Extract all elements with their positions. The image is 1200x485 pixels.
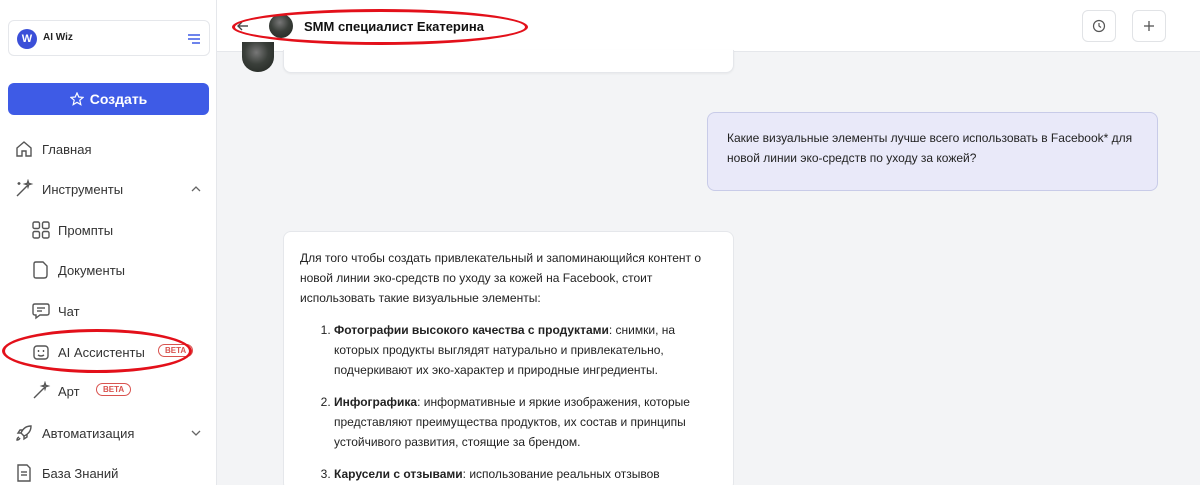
sidebar: W AI Wiz Создать Главная Инструменты Про… bbox=[0, 0, 217, 485]
beta-badge: BETA bbox=[96, 383, 132, 396]
list-item: Фотографии высокого качества с продуктам… bbox=[334, 320, 717, 380]
create-label: Создать bbox=[89, 91, 148, 107]
sidebar-item-ai-assistants[interactable]: AI Ассистенты BETA bbox=[0, 334, 216, 370]
list-item-title: Карусели с отзывами bbox=[334, 467, 463, 481]
chevron-up-icon bbox=[191, 186, 201, 192]
plus-icon bbox=[1144, 21, 1154, 31]
back-arrow-icon[interactable] bbox=[237, 20, 249, 32]
list-item-title: Инфографика bbox=[334, 395, 418, 409]
sidebar-item-chat[interactable]: Чат bbox=[0, 293, 216, 329]
create-button[interactable]: Создать bbox=[8, 83, 209, 115]
rocket-icon bbox=[16, 425, 32, 441]
list-item: Карусели с отзывами: использование реаль… bbox=[334, 464, 717, 484]
sidebar-item-label: AI Ассистенты bbox=[58, 344, 145, 360]
brand-name: AI Wiz bbox=[43, 32, 73, 43]
sidebar-item-art[interactable]: Арт BETA bbox=[0, 373, 216, 409]
sidebar-item-label: База Знаний bbox=[42, 465, 119, 481]
chat-header: SMM специалист Екатерина bbox=[217, 0, 1200, 52]
page-title: SMM специалист Екатерина bbox=[304, 19, 484, 34]
sidebar-item-automation[interactable]: Автоматизация bbox=[0, 415, 216, 451]
assistant-list: Фотографии высокого качества с продуктам… bbox=[334, 320, 717, 484]
sidebar-item-knowledge-base[interactable]: База Знаний bbox=[0, 455, 216, 485]
assistant-message: Для того чтобы создать привлекательный и… bbox=[283, 231, 734, 485]
previous-message-bubble bbox=[283, 50, 734, 73]
clock-icon bbox=[1092, 19, 1106, 33]
user-message: Какие визуальные элементы лучше всего ис… bbox=[707, 112, 1158, 191]
sidebar-item-label: Арт bbox=[58, 383, 80, 399]
list-item: Инфографика: информативные и яркие изобр… bbox=[334, 392, 717, 452]
sidebar-item-documents[interactable]: Документы bbox=[0, 252, 216, 288]
assistant-intro: Для того чтобы создать привлекательный и… bbox=[300, 251, 701, 305]
history-button[interactable] bbox=[1082, 10, 1116, 42]
new-chat-button[interactable] bbox=[1132, 10, 1166, 42]
avatar bbox=[269, 14, 293, 38]
grid-icon bbox=[32, 221, 50, 239]
sidebar-item-label: Чат bbox=[58, 303, 80, 319]
brand-block[interactable]: W AI Wiz bbox=[8, 20, 210, 56]
document-icon bbox=[17, 464, 31, 482]
home-icon bbox=[16, 141, 32, 157]
document-icon bbox=[33, 261, 48, 279]
magic-wand-icon bbox=[33, 381, 51, 399]
user-message-text: Какие визуальные элементы лучше всего ис… bbox=[727, 131, 1133, 165]
sidebar-item-label: Инструменты bbox=[42, 181, 124, 197]
robot-icon bbox=[33, 345, 49, 360]
menu-icon[interactable] bbox=[187, 32, 201, 46]
assistant-avatar bbox=[242, 42, 274, 72]
beta-badge: BETA bbox=[158, 344, 194, 357]
chevron-down-icon bbox=[191, 430, 201, 436]
list-item-text: : использование реальных отзывов bbox=[462, 467, 660, 481]
sidebar-item-label: Документы bbox=[58, 262, 126, 278]
sidebar-item-label: Промпты bbox=[58, 222, 114, 238]
sidebar-item-label: Автоматизация bbox=[42, 425, 135, 441]
sidebar-item-label: Главная bbox=[42, 141, 92, 157]
logo-icon: W bbox=[17, 29, 37, 49]
chat-icon bbox=[32, 303, 50, 320]
list-item-title: Фотографии высокого качества с продуктам… bbox=[334, 323, 609, 337]
sidebar-item-prompts[interactable]: Промпты bbox=[0, 212, 216, 248]
sidebar-item-tools[interactable]: Инструменты bbox=[0, 171, 216, 207]
magic-wand-icon bbox=[16, 179, 34, 197]
sidebar-item-home[interactable]: Главная bbox=[0, 131, 216, 167]
star-icon bbox=[69, 92, 84, 106]
